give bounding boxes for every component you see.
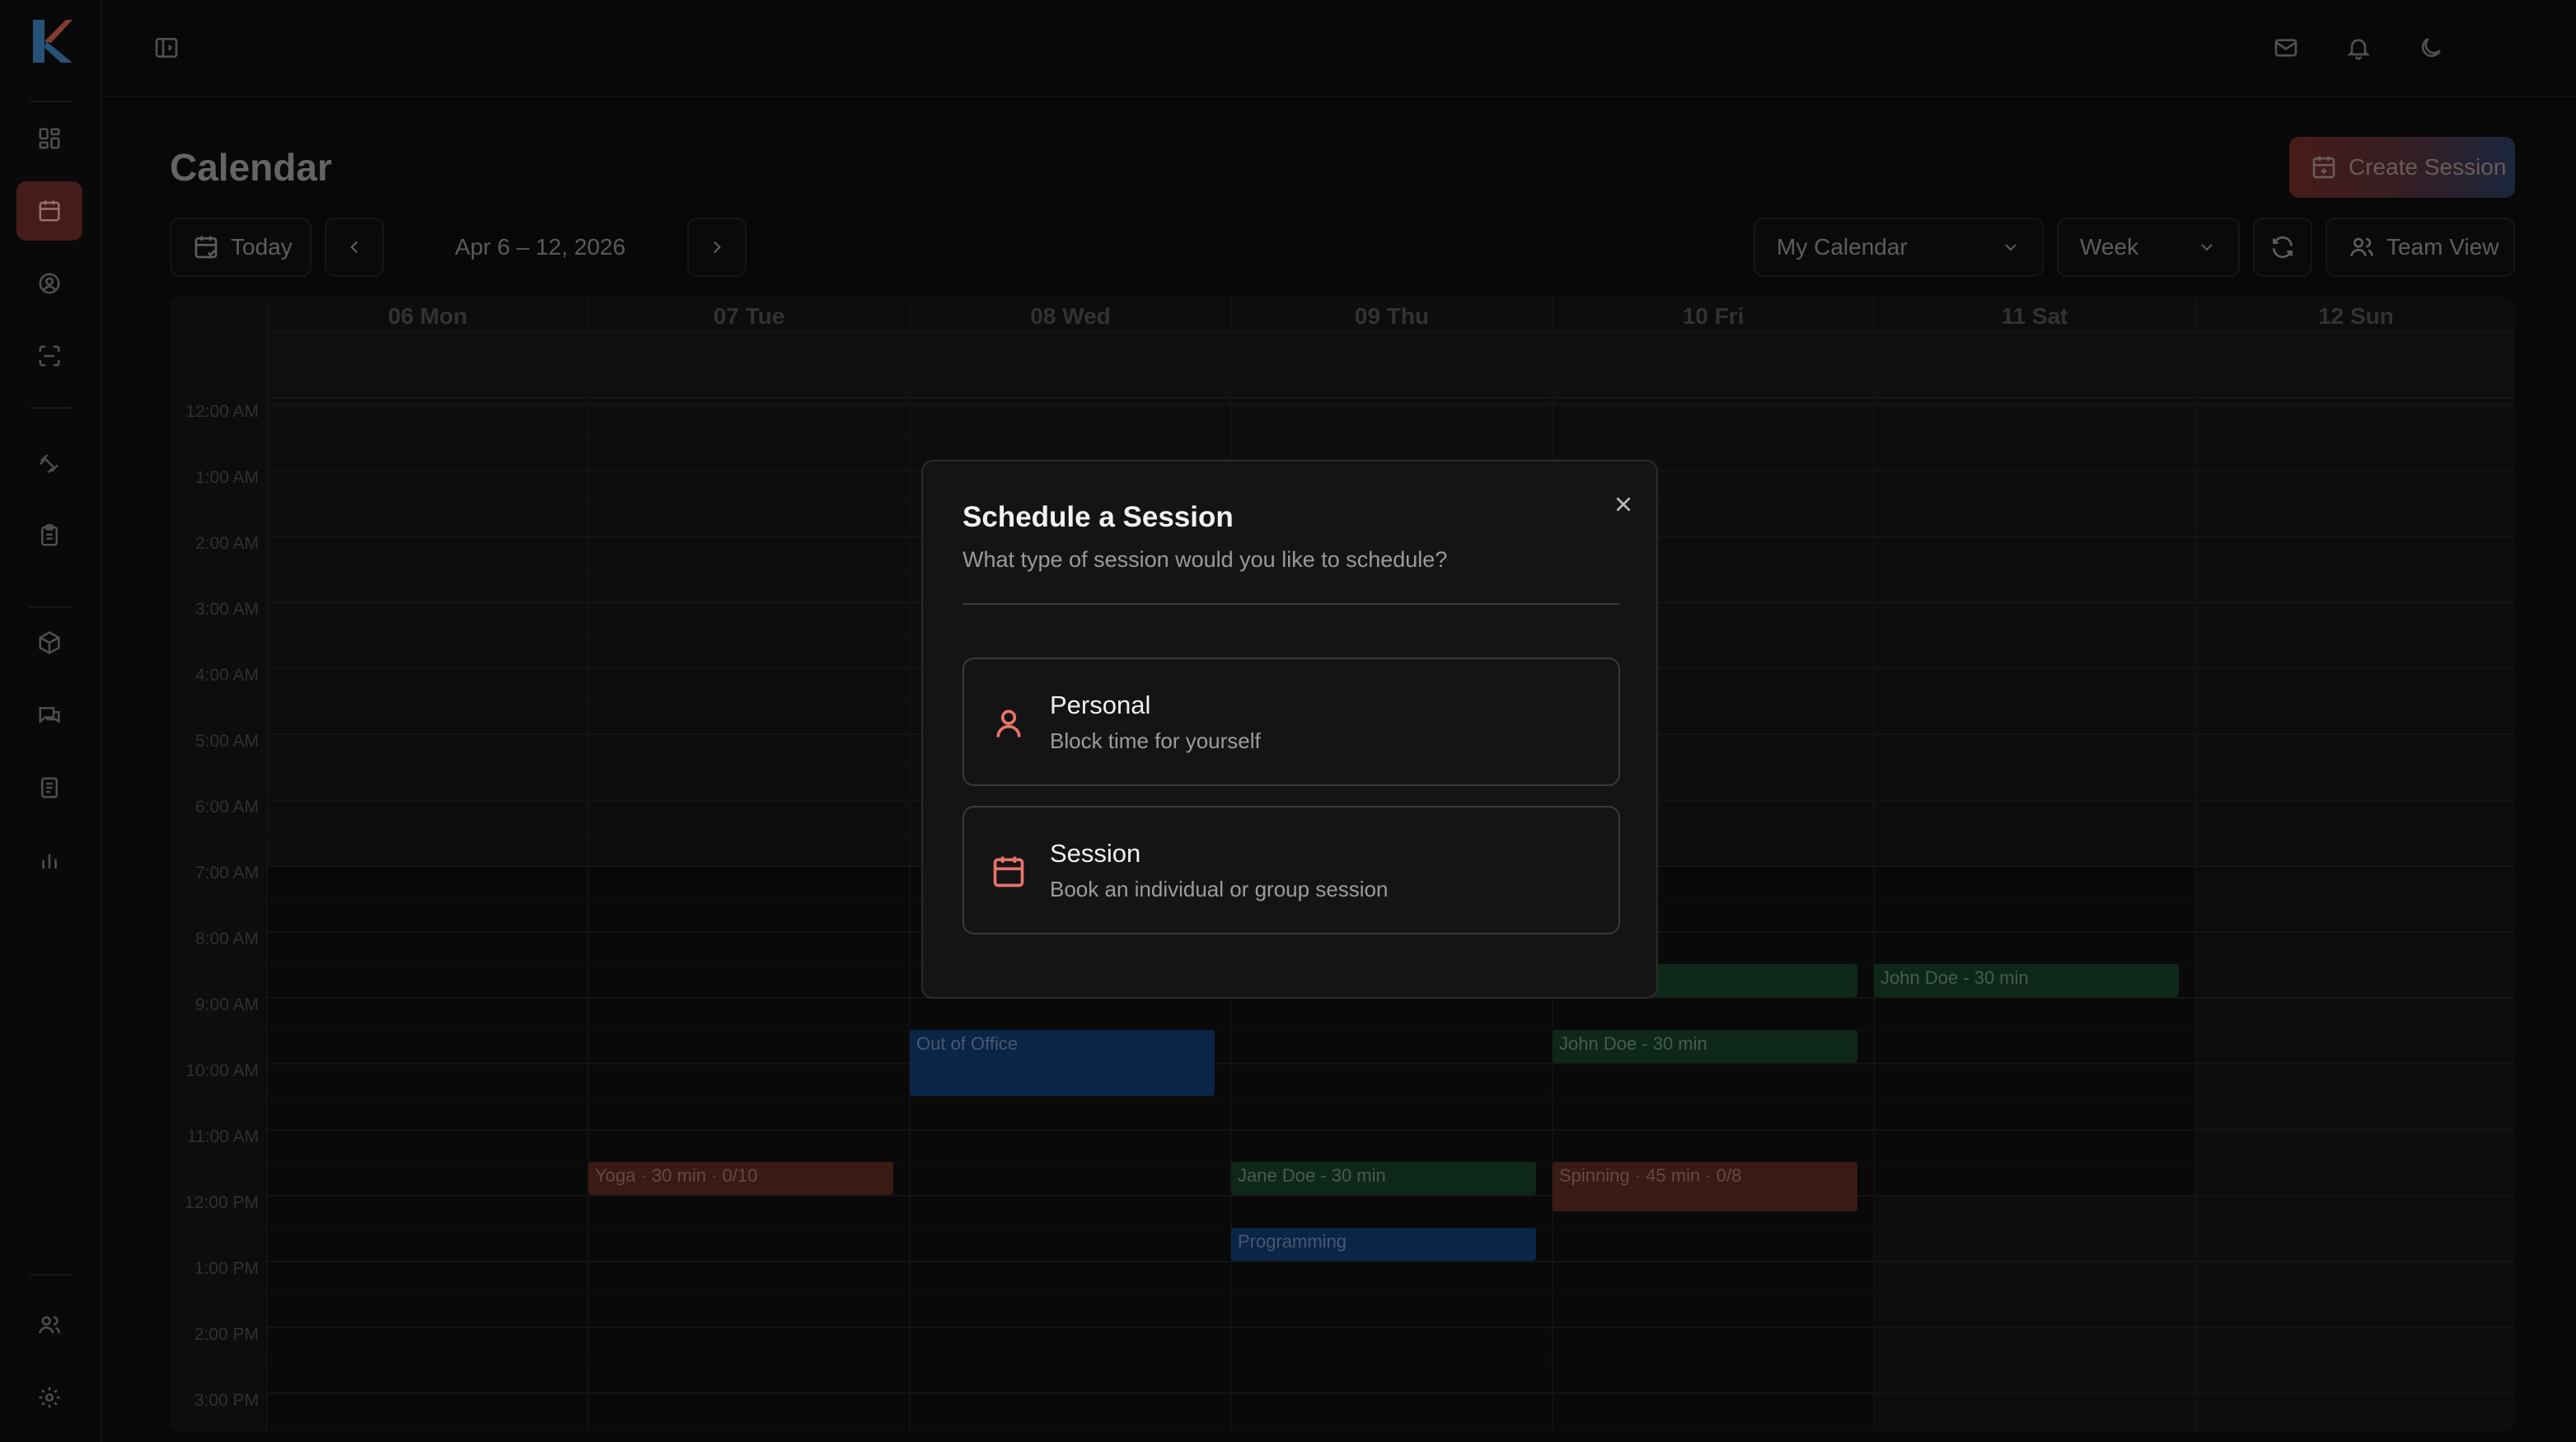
calendar-icon [991, 854, 1027, 890]
personal-option[interactable]: Personal Block time for yourself [962, 658, 1620, 786]
dialog-title: Schedule a Session [962, 501, 1234, 533]
session-option[interactable]: Session Book an individual or group sess… [962, 806, 1620, 934]
option-description: Block time for yourself [1050, 728, 1261, 753]
close-icon [1616, 497, 1631, 512]
option-title: Session [1050, 839, 1141, 868]
dialog-divider [962, 603, 1620, 605]
person-icon [991, 705, 1027, 742]
option-description: Book an individual or group session [1050, 877, 1389, 901]
schedule-session-dialog: Schedule a Session What type of session … [921, 460, 1658, 999]
option-title: Personal [1050, 691, 1151, 719]
close-dialog-button[interactable] [1607, 488, 1640, 521]
dialog-subtitle: What type of session would you like to s… [962, 547, 1448, 572]
